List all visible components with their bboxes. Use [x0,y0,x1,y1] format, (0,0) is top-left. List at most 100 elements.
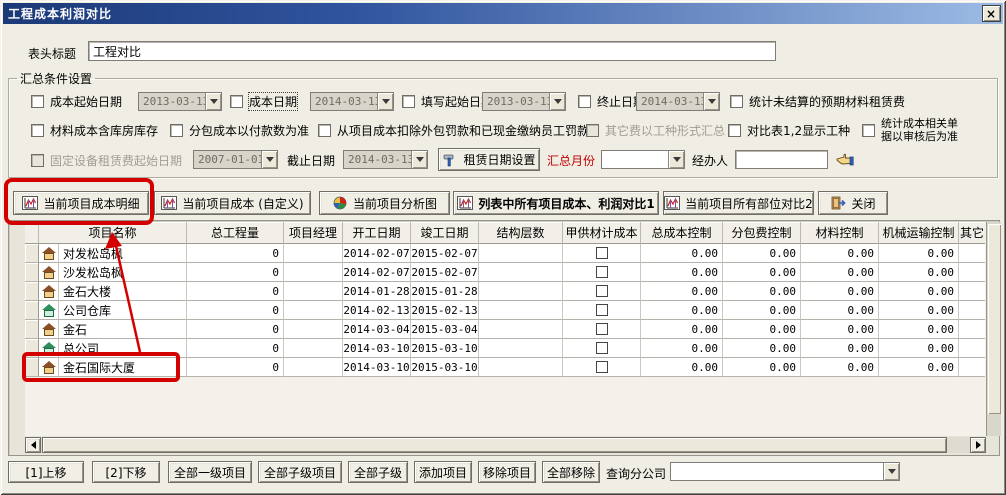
dropdown-arrow-icon[interactable] [668,151,684,168]
subcontract-control-cell[interactable]: 0.00 [723,320,801,339]
owner-material-cell[interactable] [563,263,641,282]
stat-unsettled-checkbox[interactable] [730,95,743,108]
machine-control-cell[interactable]: 0.00 [879,358,959,377]
vertical-scrollbar[interactable] [986,222,1001,436]
checkbox-deduct-fine[interactable]: 从项目成本扣除外包罚款和已现金缴纳员工罚款 [318,122,589,138]
quantity-cell[interactable]: 0 [187,244,284,263]
total-cost-control-cell[interactable]: 0.00 [641,263,723,282]
total-cost-control-cell[interactable]: 0.00 [641,244,723,263]
finish-date-cell[interactable]: 2015-01-28 [411,282,479,301]
other-cell[interactable] [959,320,985,339]
project-name-cell[interactable]: 金石 [59,320,187,339]
total-cost-control-cell[interactable]: 0.00 [641,358,723,377]
owner-material-checkbox[interactable] [596,266,608,278]
all-child-projects-button[interactable]: 全部子级项目 [258,461,342,483]
remove-all-button[interactable]: 全部移除 [542,461,600,483]
fill-start-checkbox[interactable] [402,95,415,108]
subcontract-pay-checkbox[interactable] [170,124,183,137]
quantity-cell[interactable]: 0 [187,320,284,339]
material-control-cell[interactable]: 0.00 [801,320,879,339]
dropdown-arrow-icon[interactable] [703,93,719,110]
branch-query-combo[interactable] [670,462,900,481]
row-selector[interactable] [25,358,39,377]
start-date-cell[interactable]: 2014-02-07 [343,263,411,282]
subcontract-control-cell[interactable]: 0.00 [723,301,801,320]
material-control-cell[interactable]: 0.00 [801,301,879,320]
row-selector[interactable] [25,282,39,301]
start-date-cell[interactable]: 2014-02-13 [343,301,411,320]
project-name-cell[interactable]: 对发松岛枫 [59,244,187,263]
start-date-cell[interactable]: 2014-02-07 [343,244,411,263]
add-project-button[interactable]: 添加项目 [414,461,472,483]
material-control-cell[interactable]: 0.00 [801,263,879,282]
finish-date-cell[interactable]: 2015-03-10 [411,339,479,358]
summary-month-combo[interactable] [601,150,685,169]
current-project-analysis-chart-button[interactable]: 当前项目分析图 [319,191,450,215]
current-project-cost-detail-button[interactable]: 当前项目成本明细 [13,191,149,215]
material-control-cell[interactable]: 0.00 [801,358,879,377]
owner-material-checkbox[interactable] [596,342,608,354]
finish-date-cell[interactable]: 2015-03-04 [411,320,479,339]
machine-control-cell[interactable]: 0.00 [879,263,959,282]
total-cost-control-cell[interactable]: 0.00 [641,301,723,320]
column-header-quantity[interactable]: 总工程量 [187,222,284,244]
quantity-cell[interactable]: 0 [187,339,284,358]
owner-material-checkbox[interactable] [596,304,608,316]
checkbox-subcontract-pay[interactable]: 分包成本以付款数为准 [170,122,309,138]
owner-material-checkbox[interactable] [596,285,608,297]
manager-cell[interactable] [284,282,343,301]
dropdown-arrow-icon[interactable] [377,93,393,110]
cost-start-checkbox[interactable] [31,95,44,108]
column-header-finish-date[interactable]: 竣工日期 [411,222,479,244]
owner-material-cell[interactable] [563,358,641,377]
move-up-button[interactable]: [1]上移 [8,461,84,483]
quantity-cell[interactable]: 0 [187,301,284,320]
all-level1-projects-button[interactable]: 全部一级项目 [168,461,252,483]
table-row[interactable]: 对发松岛枫 0 2014-02-07 2015-02-07 0.00 0.00 … [25,244,986,263]
owner-material-checkbox[interactable] [596,323,608,335]
project-name-cell[interactable]: 金石国际大厦 [59,358,187,377]
horizontal-scrollbar-thumb[interactable] [42,437,947,453]
start-date-cell[interactable]: 2014-03-10 [343,358,411,377]
start-date-cell[interactable]: 2014-01-28 [343,282,411,301]
move-down-button[interactable]: [2]下移 [92,461,160,483]
floors-cell[interactable] [479,301,563,320]
owner-material-cell[interactable] [563,320,641,339]
hand-pointer-icon[interactable] [836,152,854,167]
titlebar[interactable]: 工程成本利润对比 × [3,3,1003,24]
column-header-start-date[interactable]: 开工日期 [343,222,411,244]
table-row[interactable]: 金石 0 2014-03-04 2015-03-04 0.00 0.00 0.0… [25,320,986,339]
subcontract-control-cell[interactable]: 0.00 [723,282,801,301]
cost-date-checkbox[interactable] [230,95,243,108]
finish-date-cell[interactable]: 2015-02-07 [411,263,479,282]
other-cell[interactable] [959,339,985,358]
stat-audited-checkbox[interactable] [862,124,875,137]
other-cell[interactable] [959,301,985,320]
total-cost-control-cell[interactable]: 0.00 [641,282,723,301]
all-projects-cost-profit-compare1-button[interactable]: 列表中所有项目成本、利润对比1 [453,191,659,215]
vertical-scrollbar-thumb[interactable] [988,224,1001,414]
floors-cell[interactable] [479,339,563,358]
row-selector[interactable] [25,320,39,339]
manager-cell[interactable] [284,263,343,282]
manager-cell[interactable] [284,244,343,263]
manager-cell[interactable] [284,301,343,320]
machine-control-cell[interactable]: 0.00 [879,301,959,320]
material-control-cell[interactable]: 0.00 [801,282,879,301]
close-button[interactable]: × [982,5,1001,22]
other-cell[interactable] [959,282,985,301]
scroll-left-button[interactable] [25,437,41,453]
table-row[interactable]: 金石国际大厦 0 2014-03-10 2015-03-10 0.00 0.00… [25,358,986,377]
checkbox-fill-start-date[interactable]: 填写起始日期 [402,93,493,109]
project-name-cell[interactable]: 总公司 [59,339,187,358]
dropdown-arrow-icon[interactable] [549,93,565,110]
column-header-floors[interactable]: 结构层数 [479,222,563,244]
material-control-cell[interactable]: 0.00 [801,339,879,358]
floors-cell[interactable] [479,244,563,263]
scroll-right-button[interactable] [970,437,986,453]
deduct-fine-checkbox[interactable] [318,124,331,137]
start-date-cell[interactable]: 2014-03-10 [343,339,411,358]
table-row[interactable]: 沙发松岛枫 0 2014-02-07 2015-02-07 0.00 0.00 … [25,263,986,282]
floors-cell[interactable] [479,358,563,377]
floors-cell[interactable] [479,320,563,339]
